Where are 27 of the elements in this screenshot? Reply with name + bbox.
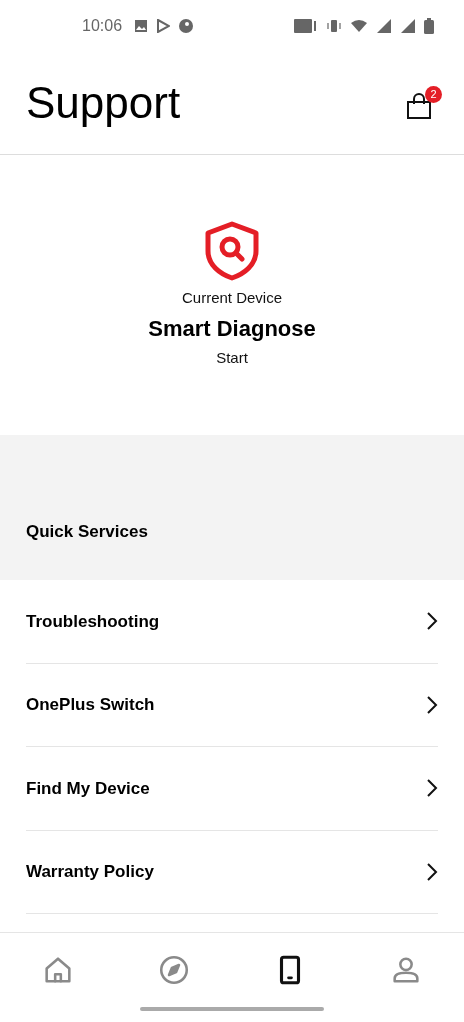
play-store-icon xyxy=(156,19,171,33)
wifi-icon xyxy=(350,18,368,34)
battery-icon xyxy=(424,18,434,34)
signal-icon xyxy=(376,18,392,34)
service-row[interactable]: OnePlus Switch xyxy=(26,663,438,747)
service-row[interactable]: Troubleshooting xyxy=(26,580,438,664)
cart-button[interactable]: 2 xyxy=(406,86,442,120)
device-caption: Current Device xyxy=(181,288,282,308)
cart-badge: 2 xyxy=(425,86,442,103)
vibrate-icon xyxy=(326,18,342,34)
shield-search-icon xyxy=(204,221,260,281)
chevron-right-icon xyxy=(426,861,438,882)
image-icon xyxy=(134,19,149,33)
status-time: 10:06 xyxy=(82,16,123,36)
page-title: Support xyxy=(26,77,181,129)
diagnose-title: Smart Diagnose xyxy=(148,314,316,343)
section-heading: Quick Services xyxy=(26,520,148,543)
shopping-bag-icon xyxy=(406,92,432,120)
service-row[interactable]: Find My Device xyxy=(26,747,438,831)
start-link[interactable]: Start xyxy=(216,346,248,369)
signal-icon xyxy=(400,18,416,34)
chevron-right-icon xyxy=(426,694,438,715)
chevron-right-icon xyxy=(426,611,438,632)
service-row[interactable]: Warranty Policy xyxy=(26,830,438,914)
chevron-right-icon xyxy=(426,778,438,799)
volte-icon xyxy=(294,18,318,34)
app-icon xyxy=(178,18,195,34)
